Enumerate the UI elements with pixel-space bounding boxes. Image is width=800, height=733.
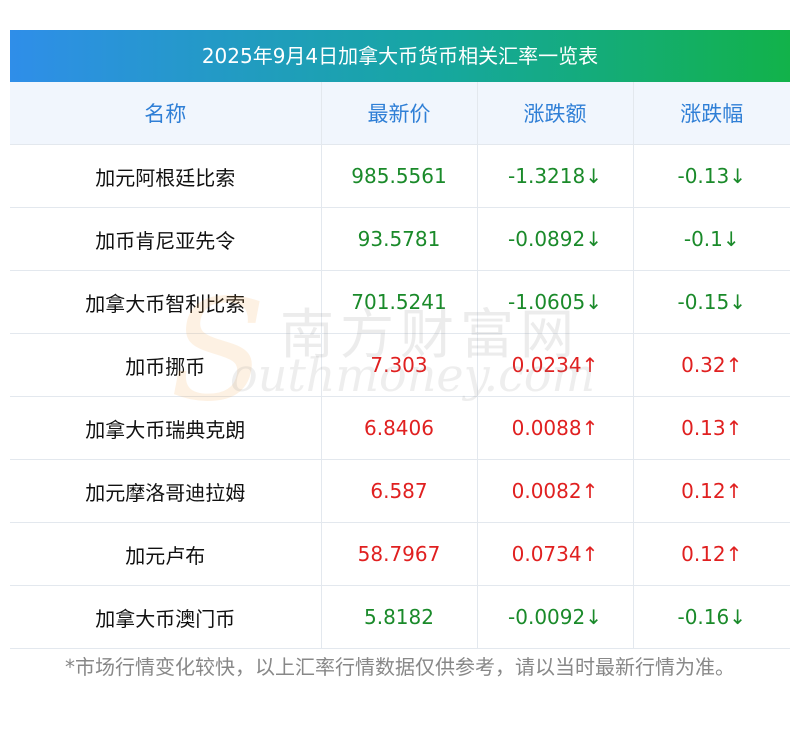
cell-change: -0.0092↓ xyxy=(477,585,634,649)
cell-name: 加元摩洛哥迪拉姆 xyxy=(10,459,322,523)
cell-name: 加拿大币智利比索 xyxy=(10,270,322,334)
table-row: 加币肯尼亚先令 93.5781 -0.0892↓ -0.1↓ xyxy=(10,207,790,271)
cell-price: 985.5561 xyxy=(321,144,478,208)
cell-price: 58.7967 xyxy=(321,522,478,586)
table-row: 加拿大币澳门币 5.8182 -0.0092↓ -0.16↓ xyxy=(10,585,790,649)
rate-table: 名称 最新价 涨跌额 涨跌幅 加元阿根廷比索 985.5561 -1.3218↓ -0… xyxy=(10,82,790,649)
page: 2025年9月4日加拿大币货币相关汇率一览表 名称 最新价 涨跌额 涨跌幅 加元… xyxy=(0,0,800,733)
table-row: 加拿大币智利比索 701.5241 -1.0605↓ -0.15↓ xyxy=(10,270,790,334)
cell-pct: 0.12↑ xyxy=(633,522,790,586)
cell-change: 0.0234↑ xyxy=(477,333,634,397)
table-row: 加拿大币瑞典克朗 6.8406 0.0088↑ 0.13↑ xyxy=(10,396,790,460)
cell-change: 0.0088↑ xyxy=(477,396,634,460)
cell-name: 加拿大币澳门币 xyxy=(10,585,322,649)
cell-change: 0.0734↑ xyxy=(477,522,634,586)
table-row: 加元卢布 58.7967 0.0734↑ 0.12↑ xyxy=(10,522,790,586)
cell-price: 7.303 xyxy=(321,333,478,397)
footnote: *市场行情变化较快，以上汇率行情数据仅供参考，请以当时最新行情为准。 xyxy=(65,655,735,679)
table-row: 加元阿根廷比索 985.5561 -1.3218↓ -0.13↓ xyxy=(10,144,790,208)
header-price: 最新价 xyxy=(321,82,478,145)
cell-name: 加拿大币瑞典克朗 xyxy=(10,396,322,460)
cell-change: -0.0892↓ xyxy=(477,207,634,271)
cell-name: 加币挪币 xyxy=(10,333,322,397)
cell-price: 701.5241 xyxy=(321,270,478,334)
cell-pct: -0.1↓ xyxy=(633,207,790,271)
cell-price: 6.8406 xyxy=(321,396,478,460)
cell-name: 加元卢布 xyxy=(10,522,322,586)
cell-pct: 0.32↑ xyxy=(633,333,790,397)
cell-price: 6.587 xyxy=(321,459,478,523)
cell-price: 5.8182 xyxy=(321,585,478,649)
cell-pct: 0.12↑ xyxy=(633,459,790,523)
cell-change: -1.0605↓ xyxy=(477,270,634,334)
cell-change: 0.0082↑ xyxy=(477,459,634,523)
header-change: 涨跌额 xyxy=(477,82,634,145)
cell-change: -1.3218↓ xyxy=(477,144,634,208)
table-title: 2025年9月4日加拿大币货币相关汇率一览表 xyxy=(10,30,790,82)
cell-pct: -0.15↓ xyxy=(633,270,790,334)
cell-name: 加币肯尼亚先令 xyxy=(10,207,322,271)
rate-table-container: 2025年9月4日加拿大币货币相关汇率一览表 名称 最新价 涨跌额 涨跌幅 加元… xyxy=(10,30,790,649)
header-name: 名称 xyxy=(10,82,322,145)
cell-pct: -0.16↓ xyxy=(633,585,790,649)
cell-pct: 0.13↑ xyxy=(633,396,790,460)
table-row: 加元摩洛哥迪拉姆 6.587 0.0082↑ 0.12↑ xyxy=(10,459,790,523)
cell-name: 加元阿根廷比索 xyxy=(10,144,322,208)
header-pct: 涨跌幅 xyxy=(633,82,790,145)
cell-price: 93.5781 xyxy=(321,207,478,271)
cell-pct: -0.13↓ xyxy=(633,144,790,208)
table-header-row: 名称 最新价 涨跌额 涨跌幅 xyxy=(10,82,790,145)
table-row: 加币挪币 7.303 0.0234↑ 0.32↑ xyxy=(10,333,790,397)
